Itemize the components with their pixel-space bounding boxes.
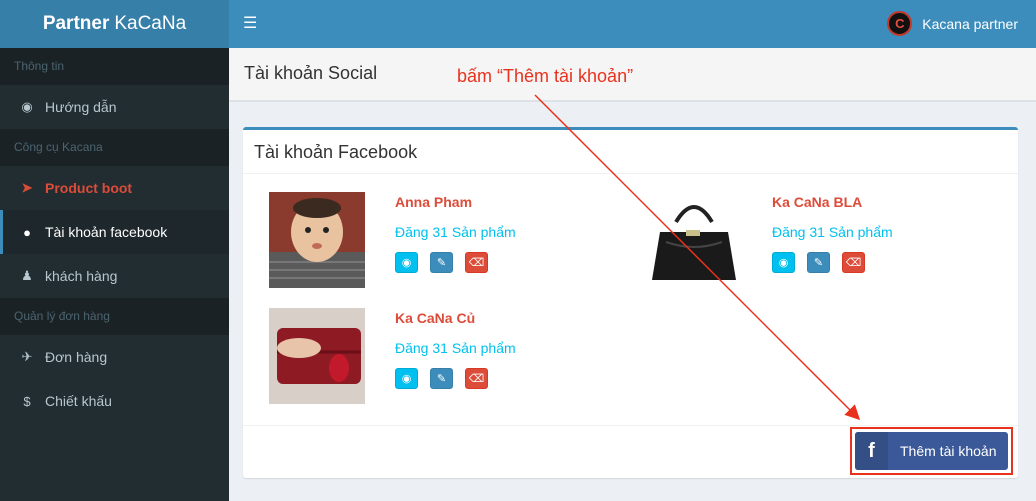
account-avatar[interactable] xyxy=(269,308,365,404)
sidebar-item-label: Tài khoản facebook xyxy=(45,224,168,240)
plane-icon: ✈ xyxy=(21,349,33,364)
app-logo[interactable]: Partner KaCaNa xyxy=(0,0,229,48)
edit-icon[interactable]: ✎ xyxy=(430,368,453,389)
sidebar-item-product-boot[interactable]: ➤ Product boot xyxy=(0,166,229,210)
sidebar-header-info: Thông tin xyxy=(0,48,229,85)
user-name: Kacana partner xyxy=(922,15,1018,32)
annotation-text: bấm “Thêm tài khoản” xyxy=(457,66,634,86)
account-name[interactable]: Ka CaNa Củ xyxy=(395,310,475,326)
edit-icon[interactable]: ✎ xyxy=(430,252,453,273)
facebook-accounts-box: Tài khoản Facebook Anna Pham Đăng 31 Sản… xyxy=(243,127,1018,478)
bars-icon[interactable]: ☰ xyxy=(243,14,257,34)
account-name[interactable]: Ka CaNa BLA xyxy=(772,194,862,210)
account-avatar[interactable] xyxy=(646,192,742,288)
user-icon: ♟ xyxy=(21,268,33,283)
trash-icon[interactable]: ⌫ xyxy=(842,252,865,273)
top-navbar: ☰ C Kacana partner xyxy=(229,0,1036,48)
globe-icon: ● xyxy=(23,224,31,240)
account-post-count: Đăng 31 Sản phẩm xyxy=(395,224,516,240)
sidebar-item-guide[interactable]: ◉ Hướng dẫn xyxy=(0,85,229,129)
sidebar-header-orders: Quản lý đơn hàng xyxy=(0,298,229,335)
account-post-count: Đăng 31 Sản phẩm xyxy=(772,224,893,240)
add-account-label: Thêm tài khoản xyxy=(900,443,997,459)
dollar-icon: $ xyxy=(23,393,31,409)
sidebar-item-label: khách hàng xyxy=(45,268,118,284)
sidebar-header-tools: Công cụ Kacana xyxy=(0,129,229,166)
sidebar-item-facebook-accounts[interactable]: ● Tài khoản facebook xyxy=(0,210,229,254)
eye-icon[interactable]: ◉ xyxy=(772,252,795,273)
avatar: C xyxy=(887,11,913,36)
add-account-button[interactable]: f Thêm tài khoản xyxy=(855,432,1008,470)
trash-icon[interactable]: ⌫ xyxy=(465,252,488,273)
sidebar-item-orders[interactable]: ✈ Đơn hàng xyxy=(0,335,229,379)
divider xyxy=(243,425,1018,426)
user-menu[interactable]: C Kacana partner xyxy=(887,11,1018,36)
page-title: Tài khoản Social xyxy=(244,63,378,83)
edit-icon[interactable]: ✎ xyxy=(807,252,830,273)
logo-light: KaCaNa xyxy=(114,13,187,34)
box-title: Tài khoản Facebook xyxy=(254,142,418,162)
rocket-icon: ➤ xyxy=(21,180,33,195)
logo-bold: Partner xyxy=(42,13,110,34)
eye-icon[interactable]: ◉ xyxy=(395,368,418,389)
sidebar-item-label: Đơn hàng xyxy=(45,349,108,365)
account-avatar[interactable] xyxy=(269,192,365,288)
sidebar-item-label: Product boot xyxy=(45,180,133,196)
sidebar-item-customers[interactable]: ♟ khách hàng xyxy=(0,254,229,298)
facebook-icon: f xyxy=(855,432,888,470)
annotation-highlight: f Thêm tài khoản xyxy=(850,427,1013,475)
sidebar-item-discount[interactable]: $ Chiết khấu xyxy=(0,379,229,423)
eye-icon[interactable]: ◉ xyxy=(395,252,418,273)
sidebar-item-label: Hướng dẫn xyxy=(45,99,117,115)
sidebar-item-label: Chiết khấu xyxy=(45,393,112,409)
trash-icon[interactable]: ⌫ xyxy=(465,368,488,389)
account-name[interactable]: Anna Pham xyxy=(395,194,472,210)
sidebar: Thông tin ◉ Hướng dẫn Công cụ Kacana ➤ P… xyxy=(0,48,229,501)
divider xyxy=(243,173,1018,174)
dashboard-icon: ◉ xyxy=(21,99,33,114)
account-post-count: Đăng 31 Sản phẩm xyxy=(395,340,516,356)
